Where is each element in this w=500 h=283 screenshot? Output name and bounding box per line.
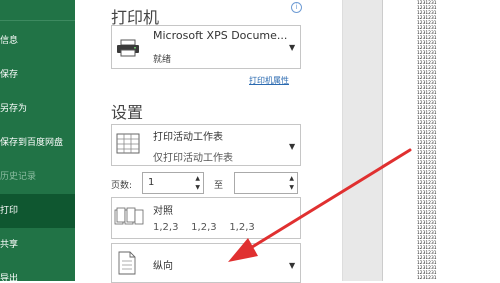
- sidebar-item-export[interactable]: 导出: [0, 262, 75, 281]
- worksheet-grid-icon: [116, 132, 140, 156]
- pages-to-label: 至: [214, 181, 224, 191]
- sidebar-item-print[interactable]: 打印: [0, 194, 75, 228]
- sidebar-item-label: 保存: [0, 70, 19, 80]
- print-scope-title: 打印活动工作表: [153, 132, 223, 143]
- sidebar-item-label: 导出: [0, 274, 19, 281]
- pages-label: 页数:: [111, 181, 133, 191]
- preview-page: 1231231 1231231 1231231 1231231 1231231 12312…: [382, 0, 500, 281]
- settings-section-title: 设置: [111, 103, 144, 122]
- pages-from-value: 1: [148, 177, 155, 188]
- sidebar-item-label: 历史记录: [0, 172, 37, 182]
- portrait-page-icon: [118, 251, 136, 275]
- spin-up-icon[interactable]: ▲: [195, 176, 200, 182]
- sidebar-item-save-to-baidu[interactable]: 保存到百度网盘: [0, 126, 75, 160]
- sidebar-item-save-as[interactable]: 另存为: [0, 92, 75, 126]
- preview-cell: 1231231: [417, 276, 437, 281]
- collate-title: 对照: [153, 206, 173, 217]
- chevron-down-icon: ▼: [289, 261, 296, 270]
- sidebar-item-info[interactable]: 信息: [0, 24, 75, 58]
- print-scope-subtitle: 仅打印活动工作表: [153, 153, 233, 164]
- sidebar-item-label: 另存为: [0, 104, 28, 114]
- info-icon[interactable]: i: [291, 2, 302, 13]
- spin-down-icon[interactable]: ▼: [195, 185, 200, 191]
- collate-icon: [114, 206, 144, 228]
- printer-properties-link[interactable]: 打印机属性: [249, 75, 289, 86]
- sidebar-item-save[interactable]: 保存: [0, 58, 75, 92]
- pages-to-input[interactable]: ▲ ▼: [234, 172, 298, 194]
- pages-from-input[interactable]: 1 ▲ ▼: [142, 172, 204, 194]
- orientation-title: 纵向: [153, 261, 173, 272]
- printer-icon: [116, 39, 140, 57]
- sidebar-item-label: 信息: [0, 36, 19, 46]
- chevron-down-icon: ▼: [289, 142, 296, 151]
- spin-up-icon[interactable]: ▲: [289, 176, 294, 182]
- spin-down-icon[interactable]: ▼: [289, 185, 294, 191]
- sidebar-item-label: 打印: [0, 206, 19, 216]
- sidebar-item-label: 共享: [0, 240, 19, 250]
- printer-name: Microsoft XPS Docume...: [153, 29, 288, 42]
- backstage-sidebar: 信息 保存 另存为 保存到百度网盘 历史记录 打印 共享 导出: [0, 0, 75, 281]
- collate-subtitle: 1,2,3 1,2,3 1,2,3: [153, 222, 255, 233]
- chevron-down-icon: ▼: [289, 43, 296, 52]
- sidebar-item-label: 保存到百度网盘: [0, 138, 64, 148]
- sidebar-item-history: 历史记录: [0, 160, 75, 194]
- sidebar-divider: [0, 20, 75, 21]
- sidebar-item-share[interactable]: 共享: [0, 228, 75, 262]
- printer-status: 就绪: [153, 55, 172, 65]
- orientation-dropdown[interactable]: [111, 243, 301, 283]
